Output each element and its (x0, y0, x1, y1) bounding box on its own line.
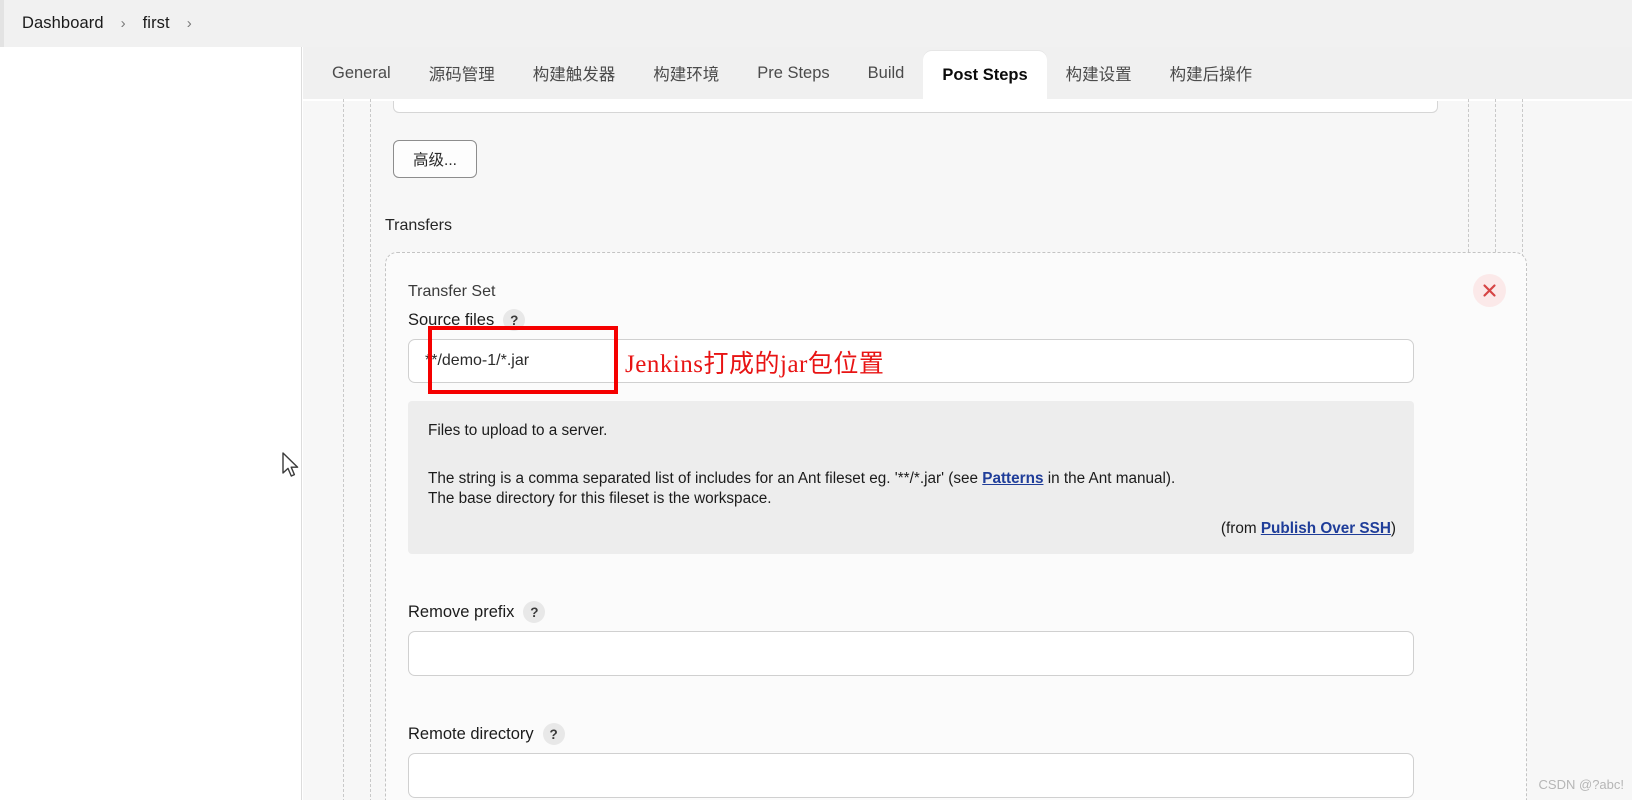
tabbar-filler (1513, 47, 1632, 99)
tab-build-environment[interactable]: 构建环境 (634, 47, 738, 99)
tab-post-build-actions[interactable]: 构建后操作 (1151, 47, 1272, 99)
breadcrumb-item-first[interactable]: first (143, 14, 170, 33)
help-line-2-suffix: in the Ant manual). (1043, 469, 1176, 487)
main-content: General 源码管理 构建触发器 构建环境 Pre Steps Build … (303, 47, 1632, 800)
tab-label: Post Steps (942, 65, 1028, 84)
tab-general[interactable]: General (313, 47, 410, 99)
source-files-help-panel: Files to upload to a server. The string … (408, 401, 1414, 554)
tab-source-management[interactable]: 源码管理 (410, 47, 514, 99)
left-pane (0, 47, 302, 800)
transfer-set-title: Transfer Set (408, 283, 496, 300)
breadcrumb-left-edge (0, 0, 4, 47)
help-icon-source-files[interactable]: ? (503, 309, 526, 331)
remove-prefix-label: Remove prefix (408, 602, 515, 621)
transfer-set-card: Transfer Set Source files ? Files to upl… (385, 252, 1527, 800)
remove-prefix-input[interactable] (408, 631, 1414, 676)
tab-build[interactable]: Build (849, 47, 924, 99)
guide-line-2 (370, 99, 371, 800)
help-line-1: Files to upload to a server. (428, 422, 608, 439)
patterns-link[interactable]: Patterns (982, 470, 1043, 487)
config-tabbar: General 源码管理 构建触发器 构建环境 Pre Steps Build … (303, 47, 1513, 99)
help-source-attribution: (from Publish Over SSH) (1221, 519, 1396, 540)
tab-label: Pre Steps (757, 63, 830, 82)
help-line-3: The base directory for this fileset is t… (428, 490, 772, 508)
tab-label: Build (867, 63, 905, 82)
transfers-heading: Transfers (385, 217, 452, 234)
tab-label: 源码管理 (428, 66, 495, 84)
breadcrumb-chevron-icon-1: › (120, 15, 126, 32)
from-prefix: (from (1220, 520, 1261, 538)
breadcrumb-item-dashboard[interactable]: Dashboard (22, 14, 104, 33)
help-line-2-prefix: The string is a comma separated list of … (428, 469, 983, 487)
tab-pre-steps[interactable]: Pre Steps (738, 47, 848, 99)
tab-label: General (332, 63, 391, 82)
source-files-label-row: Source files ? (408, 309, 526, 331)
guide-line-1 (343, 99, 344, 800)
close-icon[interactable] (1473, 274, 1506, 307)
tab-label: 构建设置 (1065, 66, 1132, 84)
tab-build-triggers[interactable]: 构建触发器 (514, 47, 635, 99)
tab-label: 构建环境 (653, 66, 720, 84)
clipped-field-above (393, 101, 1438, 113)
tab-build-settings[interactable]: 构建设置 (1047, 47, 1151, 99)
watermark: CSDN @?abc! (1538, 777, 1624, 792)
breadcrumb-chevron-icon-2: › (186, 15, 192, 32)
help-line-2: The string is a comma separated list of … (428, 469, 1392, 490)
tab-post-steps[interactable]: Post Steps (923, 51, 1047, 99)
from-suffix: ) (1390, 520, 1396, 538)
source-files-input[interactable] (408, 339, 1414, 383)
help-icon-remote-directory[interactable]: ? (542, 723, 565, 745)
breadcrumb-bar: Dashboard › first › (0, 0, 1632, 47)
remote-directory-input[interactable] (408, 753, 1414, 798)
help-icon-remove-prefix[interactable]: ? (523, 601, 546, 623)
remote-directory-label: Remote directory (408, 724, 534, 743)
tab-label: 构建后操作 (1169, 66, 1253, 84)
source-files-label: Source files (408, 310, 495, 329)
remove-prefix-label-row: Remove prefix ? (408, 601, 546, 623)
tab-label: 构建触发器 (532, 66, 616, 84)
advanced-button[interactable]: 高级... (393, 140, 477, 178)
publish-over-ssh-link[interactable]: Publish Over SSH (1261, 520, 1391, 537)
remote-directory-label-row: Remote directory ? (408, 723, 565, 745)
